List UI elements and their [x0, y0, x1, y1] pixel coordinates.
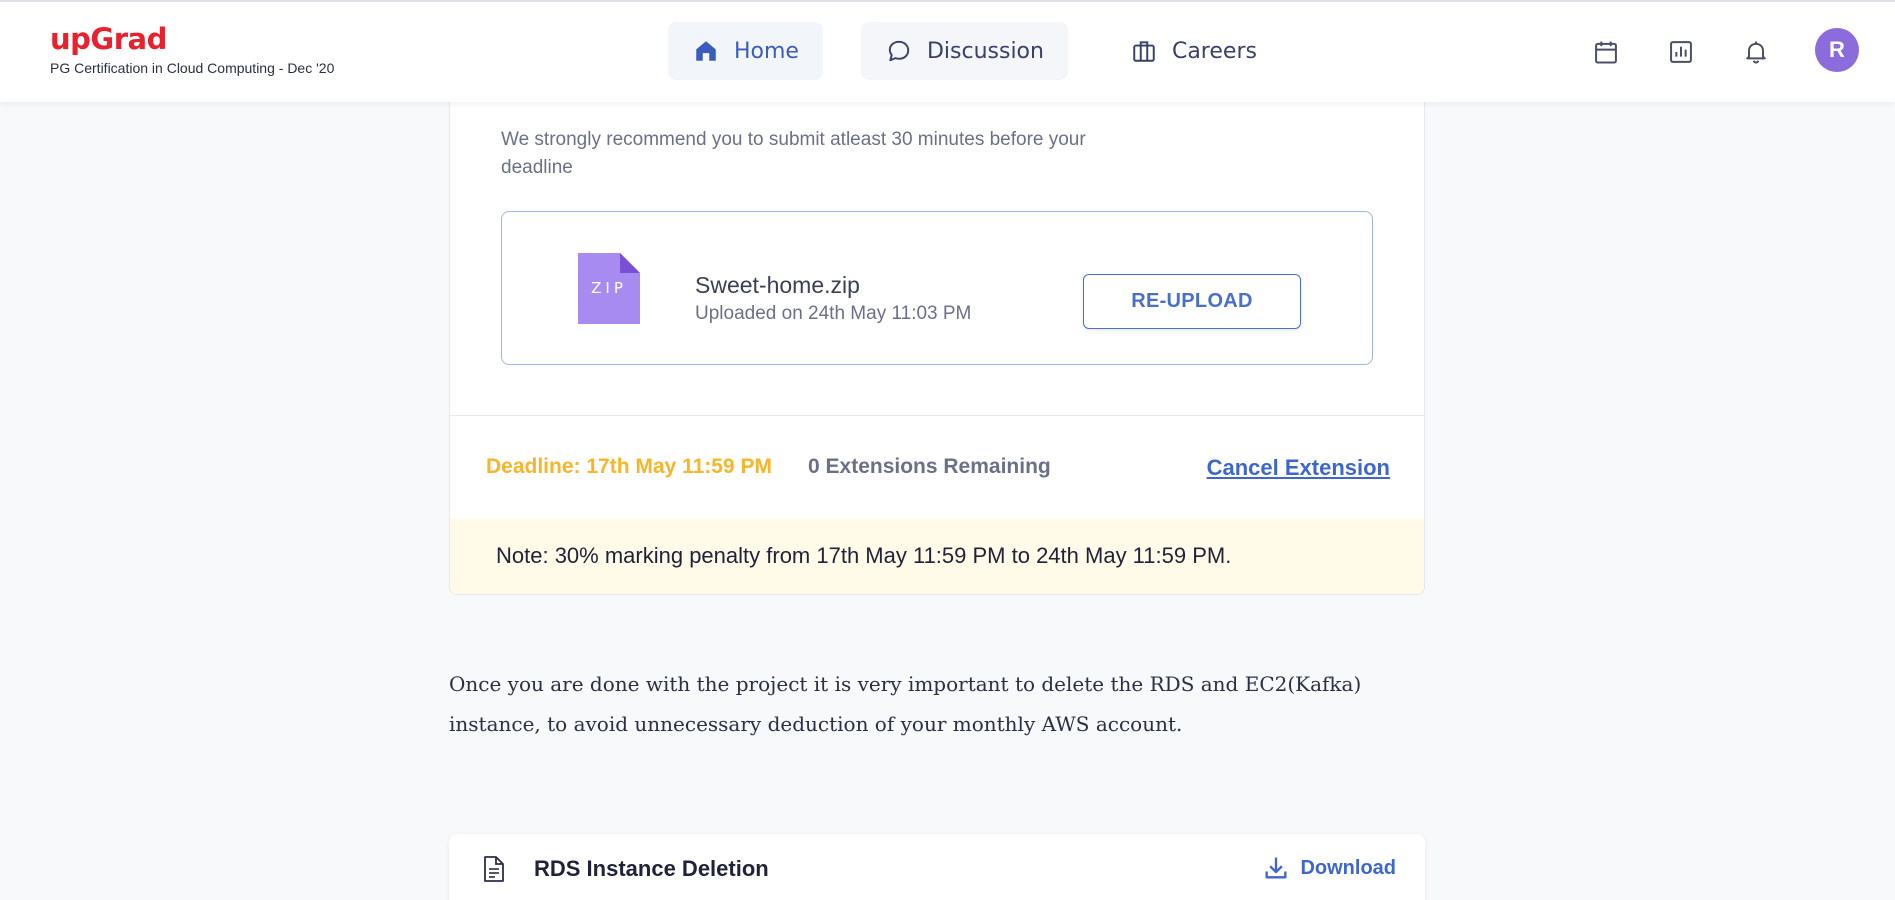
- briefcase-icon: [1130, 37, 1158, 65]
- zip-file-icon: ZIP: [578, 253, 640, 324]
- main-nav: Home Discussion Careers: [668, 22, 1319, 80]
- zip-label: ZIP: [591, 279, 627, 297]
- nav-home-label: Home: [734, 38, 799, 64]
- submission-recommendation: We strongly recommend you to submit atle…: [501, 129, 1086, 178]
- chat-bubble-icon: [885, 37, 913, 65]
- header-actions: R: [1590, 28, 1859, 72]
- top-header: upGrad PG Certification in Cloud Computi…: [0, 0, 1895, 102]
- file-name: Sweet-home.zip: [695, 272, 860, 298]
- bar-chart-icon[interactable]: [1665, 36, 1697, 68]
- brand-logo[interactable]: upGrad: [50, 22, 334, 56]
- deadline-row: Deadline: 17th May 11:59 PM 0 Extensions…: [486, 455, 1390, 485]
- home-icon: [692, 37, 720, 65]
- cancel-extension-link[interactable]: Cancel Extension: [1207, 455, 1390, 481]
- penalty-note-text: Note: 30% marking penalty from 17th May …: [496, 543, 1232, 568]
- nav-careers[interactable]: Careers: [1106, 22, 1281, 80]
- deadline-text: Deadline: 17th May 11:59 PM: [486, 455, 772, 478]
- download-icon: [1262, 854, 1290, 882]
- resource-title: RDS Instance Deletion: [534, 856, 769, 881]
- uploaded-file-box: ZIP Sweet-home.zip Uploaded on 24th May …: [501, 211, 1373, 365]
- submission-card: We strongly recommend you to submit atle…: [449, 102, 1425, 595]
- extensions-remaining: 0 Extensions Remaining: [808, 455, 1051, 478]
- brand[interactable]: upGrad PG Certification in Cloud Computi…: [50, 22, 334, 76]
- download-label: Download: [1300, 856, 1396, 879]
- nav-careers-label: Careers: [1171, 38, 1257, 64]
- divider: [450, 415, 1424, 416]
- resource-card: RDS Instance Deletion Download: [449, 834, 1425, 900]
- document-icon: [482, 855, 506, 883]
- avatar[interactable]: R: [1815, 28, 1859, 72]
- calendar-icon[interactable]: [1590, 36, 1622, 68]
- nav-discussion[interactable]: Discussion: [860, 22, 1068, 80]
- nav-home[interactable]: Home: [668, 22, 823, 80]
- upload-timestamp: Uploaded on 24th May 11:03 PM: [695, 303, 972, 324]
- nav-discussion-label: Discussion: [926, 38, 1044, 64]
- reupload-button[interactable]: RE-UPLOAD: [1083, 274, 1301, 329]
- program-title: PG Certification in Cloud Computing - De…: [50, 60, 335, 76]
- aws-cleanup-paragraph: Once you are done with the project it is…: [449, 672, 1362, 736]
- bell-icon[interactable]: [1740, 36, 1772, 68]
- download-button[interactable]: Download: [1262, 854, 1396, 882]
- penalty-note: Note: 30% marking penalty from 17th May …: [450, 519, 1424, 594]
